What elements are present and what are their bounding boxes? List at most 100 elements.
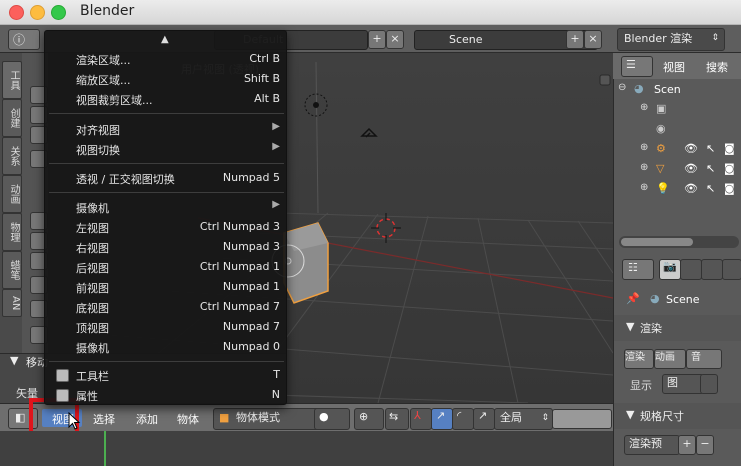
menu-item-right-view[interactable]: 右视图 Numpad 3 bbox=[45, 237, 288, 257]
collapse-arrow-icon[interactable]: ▼ bbox=[10, 354, 18, 367]
menu-add[interactable]: 添加 bbox=[136, 411, 158, 427]
menu-item-front-view[interactable]: 前视图 Numpad 1 bbox=[45, 277, 288, 297]
render-animation-button[interactable]: 动画 bbox=[654, 349, 686, 369]
add-scene-icon[interactable]: + bbox=[566, 30, 584, 49]
pivot-dropdown[interactable]: ⊕ bbox=[354, 408, 384, 430]
menu-item-render-border[interactable]: 渲染区域... Ctrl B bbox=[45, 49, 288, 69]
menu-object[interactable]: 物体 bbox=[177, 411, 199, 427]
menu-item-top-view[interactable]: 顶视图 Numpad 7 bbox=[45, 317, 288, 337]
view3d-header: ◧ 视图 选择 添加 物体 ■ 物体模式 ⇕ ● ⊕ ⇆ ⅄ ↗ ◜ ↗ 全局 … bbox=[0, 403, 613, 431]
minimize-window-button[interactable] bbox=[30, 5, 45, 20]
scale-manipulator-button[interactable]: ↗ bbox=[473, 408, 495, 430]
expand-icon[interactable]: ⊕ bbox=[640, 102, 648, 113]
render-engine-dropdown[interactable]: Blender 渲染 ⇕ bbox=[617, 28, 725, 51]
dimensions-panel-title: 规格尺寸 bbox=[640, 410, 684, 423]
outliner-scrollbar[interactable] bbox=[619, 236, 739, 248]
eye-icon[interactable]: 👁 bbox=[684, 142, 698, 155]
scene-tab-icon[interactable] bbox=[701, 259, 723, 280]
menu-select[interactable]: 选择 bbox=[93, 411, 115, 427]
menu-separator bbox=[49, 361, 284, 362]
select-arrow-icon[interactable]: ↖ bbox=[706, 162, 715, 175]
render-tab-icon[interactable]: 📷 bbox=[659, 259, 681, 280]
outliner-row-cube[interactable]: ⊕ ▽ 👁 ↖ ◙ bbox=[640, 162, 740, 178]
timeline-area[interactable] bbox=[0, 431, 613, 466]
menu-search[interactable]: 搜索 bbox=[706, 59, 728, 75]
editor-type-button[interactable]: ⓘ bbox=[8, 29, 40, 50]
translate-manipulator-button[interactable]: ↗ bbox=[431, 408, 453, 430]
menu-item-bottom-view[interactable]: 底视图 Ctrl Numpad 7 bbox=[45, 297, 288, 317]
rotate-manipulator-button[interactable]: ◜ bbox=[452, 408, 474, 430]
remove-preset-icon[interactable]: − bbox=[696, 435, 714, 455]
world-tab-icon[interactable] bbox=[722, 259, 741, 280]
select-arrow-icon[interactable]: ↖ bbox=[706, 182, 715, 195]
submenu-arrow-icon: ▶ bbox=[272, 121, 280, 132]
add-screen-icon[interactable]: + bbox=[368, 30, 386, 49]
select-arrow-icon[interactable]: ↖ bbox=[706, 142, 715, 155]
menu-item-back-view[interactable]: 后视图 Ctrl Numpad 1 bbox=[45, 257, 288, 277]
properties-toggle-icon[interactable] bbox=[599, 74, 611, 86]
close-window-button[interactable] bbox=[9, 5, 24, 20]
outliner-row-world[interactable]: ◉ bbox=[640, 122, 740, 138]
layers-tab-icon[interactable] bbox=[680, 259, 702, 280]
menu-item-persp-ortho[interactable]: 透视 / 正交视图切换 Numpad 5 bbox=[45, 168, 288, 188]
dimensions-panel-header[interactable]: ▼ 规格尺寸 bbox=[614, 403, 741, 429]
current-frame-line[interactable] bbox=[104, 431, 106, 466]
render-camera-icon[interactable]: ◙ bbox=[724, 142, 735, 155]
add-preset-icon[interactable]: + bbox=[678, 435, 696, 455]
menu-item-shortcut: Shift B bbox=[243, 72, 280, 85]
render-preset-dropdown[interactable]: 渲染预 bbox=[624, 435, 680, 455]
collapse-icon[interactable]: ⊖ bbox=[618, 82, 626, 93]
menu-item-navigation[interactable]: 视图切换 ▶ bbox=[45, 139, 288, 159]
eye-icon[interactable]: 👁 bbox=[684, 162, 698, 175]
outliner-row-camera[interactable]: ⊕ ⚙ 👁 ↖ ◙ bbox=[640, 142, 740, 158]
menu-item-cameras[interactable]: 摄像机 ▶ bbox=[45, 197, 288, 217]
display-dropdown[interactable]: 图 bbox=[662, 374, 704, 394]
tab-animation[interactable]: 动画 bbox=[2, 175, 22, 213]
outliner-row-lamp[interactable]: ⊕ 💡 👁 ↖ ◙ bbox=[640, 182, 740, 198]
tab-create[interactable]: 创建 bbox=[2, 99, 22, 137]
checkbox-icon[interactable] bbox=[56, 389, 69, 402]
lock-interface-toggle[interactable] bbox=[700, 374, 718, 394]
render-camera-icon[interactable]: ◙ bbox=[724, 182, 735, 195]
outliner-row-renderlayers[interactable]: ⊕ ▣ bbox=[640, 102, 740, 118]
menu-item-zoom-border[interactable]: 缩放区域... Shift B bbox=[45, 69, 288, 89]
checkbox-icon[interactable] bbox=[56, 369, 69, 382]
scene-label: Scen bbox=[654, 83, 681, 96]
layer-buttons[interactable] bbox=[552, 409, 612, 429]
outliner-scene-row[interactable]: ⊖ ◕ Scen bbox=[618, 82, 738, 98]
editor-type-button[interactable]: ☷ bbox=[622, 259, 654, 280]
eye-icon[interactable]: 👁 bbox=[684, 182, 698, 195]
remove-scene-icon[interactable]: × bbox=[584, 30, 602, 49]
orientation-dropdown[interactable]: 全局 ⇕ bbox=[494, 408, 553, 430]
menu-item-align-view[interactable]: 对齐视图 ▶ bbox=[45, 119, 288, 139]
tab-an[interactable]: AN bbox=[2, 289, 22, 317]
expand-icon[interactable]: ⊕ bbox=[640, 182, 648, 193]
render-audio-button[interactable]: 音 bbox=[686, 349, 722, 369]
remove-screen-icon[interactable]: × bbox=[386, 30, 404, 49]
pin-icon[interactable]: 📌 bbox=[626, 292, 640, 305]
menu-item-left-view[interactable]: 左视图 Ctrl Numpad 3 bbox=[45, 217, 288, 237]
editor-type-button[interactable]: ☰ bbox=[621, 56, 653, 77]
menu-item-toolbar[interactable]: 工具栏 T bbox=[45, 365, 288, 385]
tab-grease-pencil[interactable]: 蜡笔 bbox=[2, 251, 22, 289]
zoom-window-button[interactable] bbox=[51, 5, 66, 20]
shading-dropdown[interactable]: ● bbox=[314, 408, 350, 430]
menu-item-camera-view[interactable]: 摄像机 Numpad 0 bbox=[45, 337, 288, 357]
manipulator-axis-button[interactable]: ⅄ bbox=[410, 408, 432, 430]
menu-item-properties[interactable]: 属性 N bbox=[45, 385, 288, 405]
menu-view[interactable]: 视图 bbox=[663, 59, 685, 75]
render-panel-header[interactable]: ▼ 渲染 bbox=[614, 315, 741, 341]
scroll-up-icon[interactable]: ▲ bbox=[161, 34, 169, 45]
tab-relations[interactable]: 关系 bbox=[2, 137, 22, 175]
scrollbar-thumb[interactable] bbox=[621, 238, 693, 246]
render-camera-icon[interactable]: ◙ bbox=[724, 162, 735, 175]
render-image-button[interactable]: 渲染 bbox=[624, 349, 654, 369]
expand-icon[interactable]: ⊕ bbox=[640, 142, 648, 153]
expand-icon[interactable]: ⊕ bbox=[640, 162, 648, 173]
tab-tools[interactable]: 工具 bbox=[2, 61, 22, 99]
manipulator-toggle[interactable]: ⇆ bbox=[385, 408, 409, 430]
menu-item-clipping-border[interactable]: 视图裁剪区域... Alt B bbox=[45, 89, 288, 109]
tab-physics[interactable]: 物理 bbox=[2, 213, 22, 251]
render-preset-label: 渲染预 bbox=[629, 437, 662, 450]
arrow-icon: ↗ bbox=[436, 409, 446, 422]
